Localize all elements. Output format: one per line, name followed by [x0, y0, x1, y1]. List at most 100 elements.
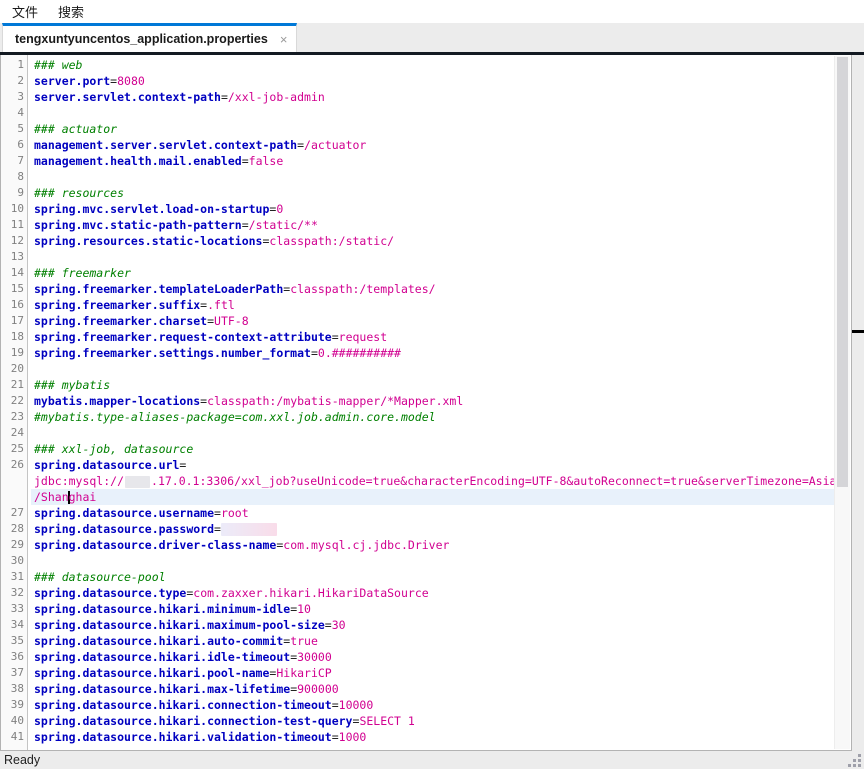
token-key: spring.datasource.hikari.pool-name [34, 666, 269, 680]
code-line[interactable]: 20 [1, 361, 835, 377]
code-line[interactable]: 32spring.datasource.type=com.zaxxer.hika… [1, 585, 835, 601]
code-line[interactable]: 5### actuator [1, 121, 835, 137]
code-line[interactable]: 10spring.mvc.servlet.load-on-startup=0 [1, 201, 835, 217]
code-line[interactable]: 36spring.datasource.hikari.idle-timeout=… [1, 649, 835, 665]
code-line[interactable]: 11spring.mvc.static-path-pattern=/static… [1, 217, 835, 233]
token-key: management.server.servlet.context-path [34, 138, 297, 152]
code-text: spring.datasource.hikari.connection-time… [31, 697, 835, 713]
code-line[interactable]: 17spring.freemarker.charset=UTF-8 [1, 313, 835, 329]
token-eq: = [214, 522, 221, 536]
code-line[interactable]: 3server.servlet.context-path=/xxl-job-ad… [1, 89, 835, 105]
tab-properties-file[interactable]: tengxuntyuncentos_application.properties… [2, 23, 297, 52]
token-val: 1000 [339, 730, 367, 744]
code-text [31, 249, 835, 265]
code-line[interactable]: 31### datasource-pool [1, 569, 835, 585]
code-line[interactable]: 25### xxl-job, datasource [1, 441, 835, 457]
token-key: spring.datasource.username [34, 506, 214, 520]
code-line[interactable]: 6management.server.servlet.context-path=… [1, 137, 835, 153]
code-line[interactable]: 24 [1, 425, 835, 441]
code-text [31, 425, 835, 441]
code-line[interactable]: 16spring.freemarker.suffix=.ftl [1, 297, 835, 313]
close-icon[interactable]: × [280, 33, 288, 46]
code-line[interactable]: 7management.health.mail.enabled=false [1, 153, 835, 169]
code-text: ### resources [31, 185, 835, 201]
code-line[interactable]: 13 [1, 249, 835, 265]
code-line[interactable]: 2server.port=8080 [1, 73, 835, 89]
main-area: 1### web2server.port=80803server.servlet… [0, 55, 864, 751]
line-number: 8 [1, 169, 31, 185]
code-line[interactable]: 39spring.datasource.hikari.connection-ti… [1, 697, 835, 713]
code-text [31, 169, 835, 185]
token-comment: #mybatis.type-aliases-package=com.xxl.jo… [34, 410, 436, 424]
line-number: 37 [1, 665, 31, 681]
token-val: .17.0.1:3306/xxl_job?useUnicode=true&cha… [151, 474, 835, 488]
code-line[interactable]: 18spring.freemarker.request-context-attr… [1, 329, 835, 345]
menu-item-search[interactable]: 搜索 [48, 0, 94, 24]
code-line[interactable]: 1### web [1, 57, 835, 73]
code-line[interactable]: 15spring.freemarker.templateLoaderPath=c… [1, 281, 835, 297]
code-line[interactable]: 38spring.datasource.hikari.max-lifetime=… [1, 681, 835, 697]
code-line[interactable]: 26spring.datasource.url= [1, 457, 835, 473]
code-line[interactable]: 28spring.datasource.password= [1, 521, 835, 537]
code-text: jdbc:mysql://.17.0.1:3306/xxl_job?useUni… [31, 473, 835, 489]
code-line[interactable]: 23#mybatis.type-aliases-package=com.xxl.… [1, 409, 835, 425]
code-text: #mybatis.type-aliases-package=com.xxl.jo… [31, 409, 835, 425]
token-key: management.health.mail.enabled [34, 154, 242, 168]
code-line[interactable]: 33spring.datasource.hikari.minimum-idle=… [1, 601, 835, 617]
line-number: 40 [1, 713, 31, 729]
editor-lines: 1### web2server.port=80803server.servlet… [1, 57, 835, 745]
line-number [1, 473, 31, 489]
line-number: 17 [1, 313, 31, 329]
token-key: spring.datasource.hikari.connection-test… [34, 714, 353, 728]
code-text: spring.freemarker.settings.number_format… [31, 345, 835, 361]
token-key: server.port [34, 74, 110, 88]
redacted-value [125, 476, 150, 488]
vertical-scrollbar[interactable] [834, 56, 850, 749]
code-line[interactable]: 14### freemarker [1, 265, 835, 281]
tab-title: tengxuntyuncentos_application.properties [15, 32, 268, 46]
code-line[interactable]: 12spring.resources.static-locations=clas… [1, 233, 835, 249]
code-line[interactable]: 9### resources [1, 185, 835, 201]
token-comment: ### datasource-pool [34, 570, 166, 584]
code-text: spring.datasource.hikari.max-lifetime=90… [31, 681, 835, 697]
token-val: /actuator [304, 138, 366, 152]
code-line[interactable]: 35spring.datasource.hikari.auto-commit=t… [1, 633, 835, 649]
code-line[interactable]: 22mybatis.mapper-locations=classpath:/my… [1, 393, 835, 409]
code-line[interactable]: 41spring.datasource.hikari.validation-ti… [1, 729, 835, 745]
code-text: server.servlet.context-path=/xxl-job-adm… [31, 89, 835, 105]
code-line[interactable]: 19spring.freemarker.settings.number_form… [1, 345, 835, 361]
line-number: 12 [1, 233, 31, 249]
line-number: 6 [1, 137, 31, 153]
scrollbar-thumb[interactable] [837, 57, 848, 487]
code-line[interactable]: 27spring.datasource.username=root [1, 505, 835, 521]
code-line[interactable]: 37spring.datasource.hikari.pool-name=Hik… [1, 665, 835, 681]
line-number: 38 [1, 681, 31, 697]
token-key: spring.freemarker.suffix [34, 298, 200, 312]
line-number: 25 [1, 441, 31, 457]
line-number: 34 [1, 617, 31, 633]
code-line[interactable]: 29spring.datasource.driver-class-name=co… [1, 537, 835, 553]
line-number: 19 [1, 345, 31, 361]
code-line[interactable]: jdbc:mysql://.17.0.1:3306/xxl_job?useUni… [1, 473, 835, 489]
code-line[interactable]: 4 [1, 105, 835, 121]
code-text: spring.mvc.servlet.load-on-startup=0 [31, 201, 835, 217]
code-line[interactable]: 30 [1, 553, 835, 569]
token-comment: ### web [34, 58, 82, 72]
code-text: server.port=8080 [31, 73, 835, 89]
code-line[interactable]: 34spring.datasource.hikari.maximum-pool-… [1, 617, 835, 633]
menu-item-file[interactable]: 文件 [2, 0, 48, 24]
code-text: mybatis.mapper-locations=classpath:/myba… [31, 393, 835, 409]
token-eq: = [179, 458, 186, 472]
code-line[interactable]: 21### mybatis [1, 377, 835, 393]
token-key: spring.datasource.hikari.maximum-pool-si… [34, 618, 325, 632]
menu-bar: 文件 搜索 [0, 0, 864, 23]
code-line[interactable]: /Shanghai [1, 489, 835, 505]
editor-surface[interactable]: 1### web2server.port=80803server.servlet… [0, 55, 852, 751]
token-val: 0.########## [318, 346, 401, 360]
token-key: spring.datasource.hikari.connection-time… [34, 698, 332, 712]
code-line[interactable]: 40spring.datasource.hikari.connection-te… [1, 713, 835, 729]
app-window: 文件 搜索 tengxuntyuncentos_application.prop… [0, 0, 864, 769]
resize-grip-icon[interactable] [848, 764, 851, 767]
token-key: spring.freemarker.settings.number_format [34, 346, 311, 360]
code-line[interactable]: 8 [1, 169, 835, 185]
